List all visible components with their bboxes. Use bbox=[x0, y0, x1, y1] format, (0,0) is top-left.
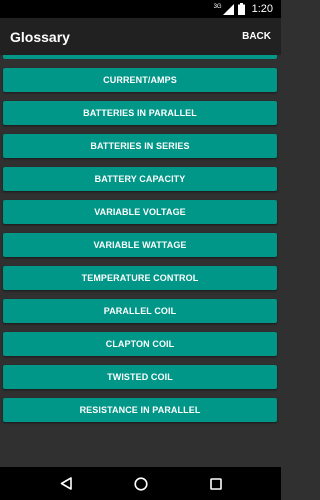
app-bar: Glossary BACK bbox=[0, 18, 281, 55]
network-type-label: 3G bbox=[213, 3, 222, 10]
glossary-item-batteries-in-parallel[interactable]: BATTERIES IN PARALLEL bbox=[3, 101, 277, 125]
glossary-item-twisted-coil[interactable]: TWISTED COIL bbox=[3, 365, 277, 389]
partially-scrolled-item[interactable] bbox=[3, 55, 277, 59]
nav-back-button[interactable] bbox=[46, 469, 86, 499]
nav-home-button[interactable] bbox=[121, 469, 161, 499]
home-circle-icon bbox=[133, 476, 148, 491]
status-bar: 3G 1:20 bbox=[0, 0, 281, 18]
glossary-item-current-amps[interactable]: CURRENT/AMPS bbox=[3, 68, 277, 92]
recents-square-icon bbox=[209, 477, 222, 490]
glossary-item-clapton-coil[interactable]: CLAPTON COIL bbox=[3, 332, 277, 356]
glossary-item-batteries-in-series[interactable]: BATTERIES IN SERIES bbox=[3, 134, 277, 158]
glossary-content[interactable]: CURRENT/AMPS BATTERIES IN PARALLEL BATTE… bbox=[0, 55, 281, 467]
glossary-list: CURRENT/AMPS BATTERIES IN PARALLEL BATTE… bbox=[0, 68, 281, 431]
navigation-bar bbox=[0, 467, 281, 500]
glossary-item-battery-capacity[interactable]: BATTERY CAPACITY bbox=[3, 167, 277, 191]
nav-recents-button[interactable] bbox=[196, 469, 236, 499]
glossary-item-variable-wattage[interactable]: VARIABLE WATTAGE bbox=[3, 233, 277, 257]
glossary-item-resistance-in-parallel[interactable]: RESISTANCE IN PARALLEL bbox=[3, 398, 277, 422]
glossary-item-parallel-coil[interactable]: PARALLEL COIL bbox=[3, 299, 277, 323]
page-title: Glossary bbox=[10, 28, 70, 45]
signal-icon bbox=[222, 3, 234, 15]
back-triangle-icon bbox=[60, 477, 72, 490]
status-time: 1:20 bbox=[251, 3, 273, 15]
back-button[interactable]: BACK bbox=[238, 27, 275, 46]
battery-icon bbox=[237, 3, 245, 15]
glossary-item-temperature-control[interactable]: TEMPERATURE CONTROL bbox=[3, 266, 277, 290]
screen: 3G 1:20 Glossary BACK CURRENT/AMPS BATTE… bbox=[0, 0, 281, 500]
glossary-item-variable-voltage[interactable]: VARIABLE VOLTAGE bbox=[3, 200, 277, 224]
